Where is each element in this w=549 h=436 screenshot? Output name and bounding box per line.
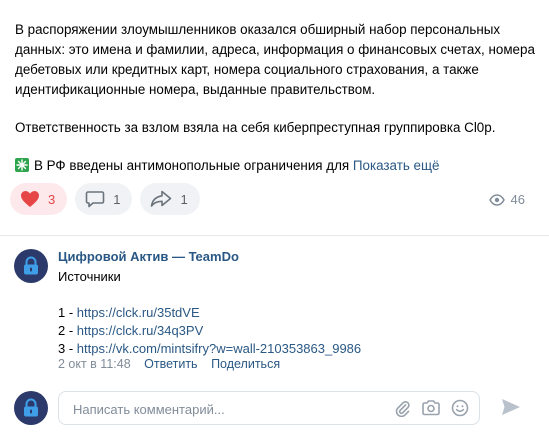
user-avatar[interactable] [14, 391, 48, 425]
send-button[interactable] [500, 397, 522, 422]
post-actions: 3 1 1 [10, 183, 200, 219]
views-count: 46 [510, 192, 525, 207]
comment-button[interactable]: 1 [75, 183, 133, 215]
comment-count: 1 [113, 191, 121, 207]
heart-icon [21, 191, 39, 207]
like-count: 3 [48, 191, 56, 207]
snowflake-emoji-icon [15, 158, 29, 172]
attach-icon[interactable] [393, 399, 411, 417]
post-paragraph-1: В распоряжении злоумышленников оказался … [15, 22, 535, 97]
reply-link[interactable]: Ответить [144, 357, 197, 371]
source-link-2[interactable]: https://clck.ru/34q3PV [77, 323, 203, 338]
emoji-icon[interactable] [451, 399, 469, 417]
share-button[interactable]: 1 [140, 183, 200, 215]
share-comment-link[interactable]: Поделиться [211, 357, 280, 371]
comment-composer [58, 391, 480, 426]
comment-icon [85, 191, 105, 208]
commenter-avatar[interactable] [14, 249, 48, 283]
share-count: 1 [180, 191, 188, 207]
camera-icon[interactable] [421, 399, 441, 417]
post-text: В распоряжении злоумышленников оказался … [15, 20, 535, 176]
comment-link-row: 2 - https://clck.ru/34q3PV [58, 323, 204, 338]
lock-logo-icon [24, 256, 38, 275]
comment-author[interactable]: Цифровой Актив — TeamDo [58, 249, 239, 264]
lock-logo-icon [24, 398, 38, 417]
source-link-3[interactable]: https://vk.com/mintsifry?w=wall-21035386… [77, 341, 361, 356]
post-paragraph-2: Ответственность за взлом взяла на себя к… [15, 120, 496, 135]
like-button[interactable]: 3 [10, 183, 68, 215]
comment-input[interactable] [71, 392, 385, 426]
source-link-1[interactable]: https://clck.ru/35tdVE [77, 305, 200, 320]
show-more-link[interactable]: Показать ещё [353, 158, 440, 173]
comment-text: Источники [58, 269, 121, 284]
comment-meta: 2 окт в 11:48 Ответить Поделиться [58, 357, 290, 371]
comment-link-row: 1 - https://clck.ru/35tdVE [58, 305, 200, 320]
comment-link-row: 3 - https://vk.com/mintsifry?w=wall-2103… [58, 341, 362, 356]
composer-tools [393, 399, 469, 417]
eye-icon [488, 193, 505, 206]
post-paragraph-3: В РФ введены антимонопольные ограничения… [15, 156, 535, 176]
comment-body: Источники 1 - https://clck.ru/35tdVE 2 -… [58, 268, 361, 358]
post-teaser-text: В РФ введены антимонопольные ограничения… [34, 158, 350, 173]
send-icon [502, 399, 520, 415]
share-icon [151, 190, 172, 207]
divider [0, 235, 549, 236]
views-counter: 46 [488, 192, 525, 207]
comment-date[interactable]: 2 окт в 11:48 [58, 357, 131, 371]
